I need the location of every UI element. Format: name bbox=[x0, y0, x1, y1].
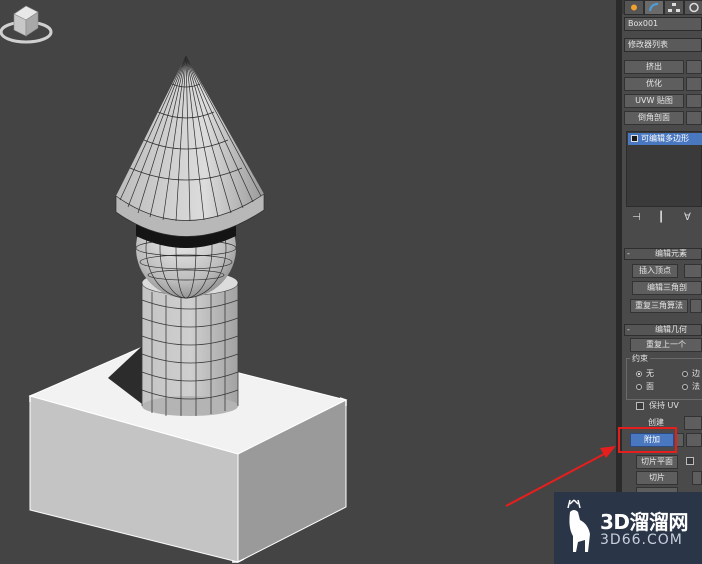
object-name-field[interactable]: Box001 bbox=[624, 17, 702, 31]
command-panel: Box001 修改器列表 挤出 优化 UVW 贴图 倒角剖面 可编辑多边形 ⊣ … bbox=[622, 0, 702, 564]
rollout-minus-icon: - bbox=[627, 325, 630, 334]
rollout-minus-icon: - bbox=[627, 249, 630, 258]
constraints-label: 约束 bbox=[630, 354, 650, 364]
slice-button[interactable]: 切片 bbox=[636, 471, 678, 485]
detach-button[interactable] bbox=[686, 433, 702, 447]
optimize-button[interactable]: 优化 bbox=[624, 77, 684, 91]
show-end-icon[interactable]: ┃ bbox=[658, 212, 664, 223]
command-panel-tabs bbox=[622, 0, 702, 15]
constraint-none-label: 无 bbox=[646, 369, 654, 378]
create-tab[interactable] bbox=[624, 0, 644, 15]
pin-icon[interactable]: ⊣ bbox=[632, 212, 641, 223]
constraint-face-radio[interactable] bbox=[636, 384, 642, 390]
bevel-profile-button[interactable]: 倒角剖面 bbox=[624, 111, 684, 125]
constraint-normal-label: 法 bbox=[692, 382, 700, 391]
modifier-button-right-4[interactable] bbox=[686, 111, 702, 125]
constraints-group bbox=[626, 358, 702, 400]
modifier-stack[interactable]: 可编辑多边形 bbox=[626, 131, 702, 207]
attach-highlight-box bbox=[618, 427, 677, 453]
repeat-last-button[interactable]: 重复上一个 bbox=[630, 338, 702, 352]
perspective-viewport[interactable] bbox=[0, 0, 616, 564]
attach-settings-button[interactable] bbox=[676, 433, 684, 447]
3d-tower-model[interactable] bbox=[0, 0, 616, 564]
create-settings-button[interactable] bbox=[684, 416, 702, 430]
rollout-title: 编辑元素 bbox=[655, 249, 687, 258]
funnel-icon[interactable]: ∀ bbox=[684, 212, 691, 223]
cone-roof[interactable] bbox=[115, 55, 265, 237]
deer-logo-icon bbox=[567, 499, 590, 552]
viewcube-icon[interactable] bbox=[0, 0, 56, 48]
hierarchy-icon bbox=[668, 3, 680, 12]
extrude-button[interactable]: 挤出 bbox=[624, 60, 684, 74]
slice-plane-button[interactable]: 切片平面 bbox=[636, 455, 678, 469]
preserve-uv-label: 保持 UV bbox=[649, 401, 679, 410]
motion-icon bbox=[689, 2, 699, 13]
insert-vertex-button[interactable]: 插入顶点 bbox=[632, 264, 678, 278]
modify-tab[interactable] bbox=[644, 0, 664, 15]
edit-geometry-rollout[interactable]: - 编辑几何 bbox=[624, 324, 702, 336]
reset-plane-button[interactable] bbox=[692, 471, 702, 485]
retriangulate-extra-button[interactable] bbox=[690, 299, 702, 313]
watermark: 3D溜溜网 3D66.COM bbox=[554, 492, 702, 564]
constraint-edge-label: 边 bbox=[692, 369, 700, 378]
edit-elements-rollout[interactable]: - 编辑元素 bbox=[624, 248, 702, 260]
hierarchy-tab[interactable] bbox=[664, 0, 684, 15]
modifier-button-right-2[interactable] bbox=[686, 77, 702, 91]
watermark-url: 3D66.COM bbox=[600, 532, 683, 548]
edit-triangulation-button[interactable]: 编辑三角剖 bbox=[632, 281, 702, 295]
modifier-button-right-1[interactable] bbox=[686, 60, 702, 74]
stack-tools: ⊣ ┃ ∀ bbox=[628, 212, 702, 226]
constraint-none-radio[interactable] bbox=[636, 371, 642, 377]
motion-tab[interactable] bbox=[684, 0, 702, 15]
stack-item-editable-poly[interactable]: 可编辑多边形 bbox=[628, 133, 702, 145]
modifier-button-right-3[interactable] bbox=[686, 94, 702, 108]
watermark-brand: 3D溜溜网 bbox=[600, 510, 689, 534]
constraint-face-label: 面 bbox=[646, 382, 654, 391]
edit-elements-right-button[interactable] bbox=[684, 264, 702, 278]
constraint-normal-radio[interactable] bbox=[682, 384, 688, 390]
constraint-edge-radio[interactable] bbox=[682, 371, 688, 377]
collapse-toggle-icon[interactable] bbox=[631, 135, 638, 142]
split-checkbox[interactable] bbox=[686, 457, 694, 465]
retriangulate-button[interactable]: 重复三角算法 bbox=[630, 299, 688, 313]
modifier-list-dropdown[interactable]: 修改器列表 bbox=[624, 38, 702, 52]
rollout-title: 编辑几何 bbox=[655, 325, 687, 334]
preserve-uv-checkbox[interactable] bbox=[636, 402, 644, 410]
modify-icon bbox=[649, 3, 659, 12]
stack-item-label: 可编辑多边形 bbox=[641, 134, 689, 143]
sun-icon bbox=[631, 4, 637, 11]
uvw-map-button[interactable]: UVW 贴图 bbox=[624, 94, 684, 108]
